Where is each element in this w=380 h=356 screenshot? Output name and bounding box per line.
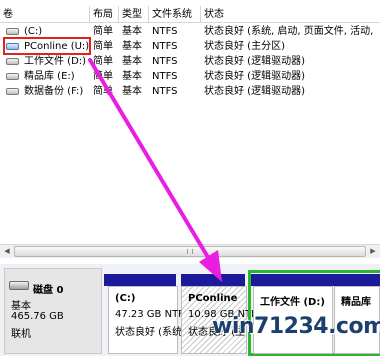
volume-icon — [6, 73, 19, 80]
volume-row[interactable]: 数据备份 (F:) 简单 基本 NTFS 状态良好 (逻辑驱动器) — [0, 84, 380, 99]
scrollbar-thumb[interactable] — [14, 246, 366, 257]
disk-name: 磁盘 0 — [33, 285, 64, 296]
volume-filesystem: NTFS — [152, 56, 178, 67]
volume-layout: 简单 — [93, 86, 113, 97]
volume-name: 数据备份 (F:) — [24, 86, 84, 97]
volume-type: 基本 — [122, 26, 142, 37]
volume-status: 状态良好 (逻辑驱动器) — [204, 71, 305, 82]
volume-filesystem: NTFS — [152, 41, 178, 52]
volume-icon — [6, 88, 19, 95]
volume-filesystem: NTFS — [152, 86, 178, 97]
volume-row[interactable]: 工作文件 (D:) 简单 基本 NTFS 状态良好 (逻辑驱动器) — [0, 54, 380, 69]
column-header-layout[interactable]: 布局 — [90, 6, 119, 23]
volume-row[interactable]: 精品库 (E:) 简单 基本 NTFS 状态良好 (逻辑驱动器) — [0, 69, 380, 84]
column-header-type[interactable]: 类型 — [119, 6, 149, 23]
partition-status: 状态良好 (系统 — [115, 327, 183, 338]
volume-status: 状态良好 (系统, 启动, 页面文件, 活动, — [204, 26, 374, 37]
partition-size: 47.23 GB NTF — [115, 309, 184, 320]
scroll-left-button[interactable]: ◀ — [0, 245, 14, 258]
disk-size: 465.76 GB — [11, 311, 64, 322]
column-header-status[interactable]: 状态 — [201, 6, 380, 23]
volume-status: 状态良好 (主分区) — [204, 41, 285, 52]
volume-type: 基本 — [122, 71, 142, 82]
scroll-right-button[interactable]: ▶ — [366, 245, 380, 258]
volume-layout: 简单 — [93, 26, 113, 37]
watermark: win71234.com — [206, 312, 380, 352]
disk-info-panel[interactable]: 磁盘 0 基本 465.76 GB 联机 — [4, 268, 102, 354]
partition-title: 工作文件 (D:) — [260, 297, 325, 308]
volume-layout: 简单 — [93, 56, 113, 67]
volume-type: 基本 — [122, 86, 142, 97]
volume-filesystem: NTFS — [152, 71, 178, 82]
disk-drive-icon — [9, 281, 29, 290]
volume-status: 状态良好 (逻辑驱动器) — [204, 56, 305, 67]
volume-layout: 简单 — [93, 41, 113, 52]
volume-name: 精品库 (E:) — [24, 71, 75, 82]
partition-bar-u — [181, 274, 245, 286]
volume-name: 工作文件 (D:) — [24, 56, 87, 67]
scrollbar-grip-icon — [187, 249, 193, 254]
volume-layout: 简单 — [93, 71, 113, 82]
column-header-volume[interactable]: 卷 — [0, 6, 90, 23]
horizontal-scrollbar[interactable]: ◀ ▶ — [0, 244, 380, 258]
partition-title: PConline — [188, 293, 238, 304]
volume-icon — [6, 28, 19, 35]
volume-list-panel: 卷 布局 类型 文件系统 状态 (C:) 简单 基本 NTFS 状态良好 (系统… — [0, 0, 380, 262]
selection-highlight-box — [3, 37, 91, 55]
partition-c[interactable]: (C:) 47.23 GB NTF 状态良好 (系统 — [108, 286, 184, 354]
partition-bar-c — [104, 274, 176, 286]
disk-state: 联机 — [11, 329, 31, 340]
volume-filesystem: NTFS — [152, 26, 178, 37]
column-header-row: 卷 布局 类型 文件系统 状态 — [0, 6, 380, 23]
volume-type: 基本 — [122, 56, 142, 67]
volume-type: 基本 — [122, 41, 142, 52]
watermark-text: win71234.com — [212, 314, 380, 339]
volume-icon — [6, 58, 19, 65]
partition-title: 精品库 — [341, 297, 371, 308]
volume-status: 状态良好 (逻辑驱动器) — [204, 86, 305, 97]
disk-type: 基本 — [11, 301, 31, 312]
partition-title: (C:) — [115, 293, 136, 304]
column-header-filesystem[interactable]: 文件系统 — [149, 6, 201, 23]
